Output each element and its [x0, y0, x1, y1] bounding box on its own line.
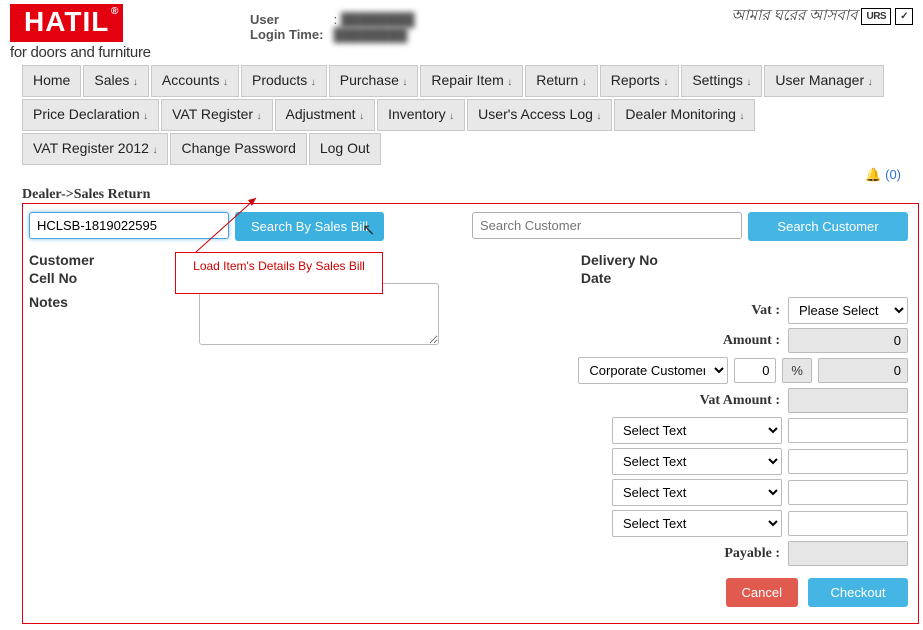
extra-select-3[interactable]: Select Text — [612, 479, 782, 506]
chevron-down-icon: ↓ — [359, 111, 364, 122]
nav-vat-register[interactable]: VAT Register ↓ — [161, 99, 272, 131]
corporate-select[interactable]: Corporate Customer — [578, 357, 728, 384]
chevron-down-icon: ↓ — [311, 77, 316, 88]
nav-accounts[interactable]: Accounts ↓ — [151, 65, 239, 97]
main-panel: Search By Sales Bill Search Customer Cus… — [22, 203, 919, 624]
nav-repair[interactable]: Repair Item ↓ — [420, 65, 523, 97]
payable-field — [788, 541, 908, 566]
slogan-script: আমার ঘরের আসবাব — [731, 4, 857, 29]
form-body: Customer Cell No Notes Delivery No Date … — [29, 251, 908, 607]
chevron-down-icon: ↓ — [746, 77, 751, 88]
amount-label: Amount : — [451, 333, 782, 349]
cancel-button[interactable]: Cancel — [726, 578, 798, 607]
nav-user-manager[interactable]: User Manager ↓ — [764, 65, 883, 97]
sales-bill-input[interactable] — [29, 212, 229, 239]
search-customer-input[interactable] — [472, 212, 742, 239]
brand-reg: ® — [111, 6, 119, 17]
nav-home[interactable]: Home — [22, 65, 81, 97]
chevron-down-icon: ↓ — [739, 111, 744, 122]
notes-label: Notes — [29, 293, 109, 311]
nav-logout[interactable]: Log Out — [309, 133, 381, 165]
cert-badge: ✓ — [895, 8, 913, 25]
chevron-down-icon: ↓ — [152, 145, 157, 156]
corp-amount-field — [818, 358, 908, 383]
nav-change-password[interactable]: Change Password — [170, 133, 306, 165]
brand-name: HATIL — [24, 6, 109, 37]
nav-products[interactable]: Products ↓ — [241, 65, 327, 97]
amount-field — [788, 328, 908, 353]
chevron-down-icon: ↓ — [449, 111, 454, 122]
payable-label: Payable : — [451, 546, 782, 562]
chevron-down-icon: ↓ — [582, 77, 587, 88]
vat-amount-field — [788, 388, 908, 413]
search-row: Search By Sales Bill Search Customer — [29, 212, 908, 241]
header: HATIL ® for doors and furniture User : █… — [0, 0, 923, 61]
chevron-down-icon: ↓ — [402, 77, 407, 88]
percent-symbol: % — [782, 358, 812, 383]
chevron-down-icon: ↓ — [143, 111, 148, 122]
cellno-label: Cell No — [29, 269, 109, 287]
extra-amount-2[interactable] — [788, 449, 908, 474]
chevron-down-icon: ↓ — [868, 77, 873, 88]
header-right: আমার ঘরের আসবাব URS ✓ — [731, 4, 913, 29]
nav-dealer-mon[interactable]: Dealer Monitoring ↓ — [614, 99, 755, 131]
date-label: Date — [581, 269, 658, 287]
chevron-down-icon: ↓ — [133, 77, 138, 88]
brand-logo: HATIL ® — [10, 4, 123, 42]
breadcrumb: Dealer->Sales Return — [22, 187, 921, 203]
user-label: User — [250, 12, 330, 27]
chevron-down-icon: ↓ — [223, 77, 228, 88]
extra-amount-1[interactable] — [788, 418, 908, 443]
nav-inventory[interactable]: Inventory ↓ — [377, 99, 465, 131]
login-value: ████████ — [334, 27, 408, 42]
chevron-down-icon: ↓ — [663, 77, 668, 88]
nav-purchase[interactable]: Purchase ↓ — [329, 65, 419, 97]
left-column: Customer Cell No Notes — [29, 251, 451, 607]
main-menu: Home Sales ↓ Accounts ↓ Products ↓ Purch… — [22, 65, 901, 167]
checkout-button[interactable]: Checkout — [808, 578, 908, 607]
chevron-down-icon: ↓ — [596, 111, 601, 122]
user-info: User : ████████ Login Time: ████████ — [250, 12, 415, 42]
urs-badge: URS — [861, 8, 891, 25]
login-label: Login Time: — [250, 27, 330, 42]
notification-area: 🔔 (0) — [0, 167, 923, 185]
nav-settings[interactable]: Settings ↓ — [681, 65, 762, 97]
vat-select[interactable]: Please Select — [788, 297, 908, 324]
nav-adjustment[interactable]: Adjustment ↓ — [275, 99, 376, 131]
brand-tagline: for doors and furniture — [10, 44, 170, 61]
search-customer-button[interactable]: Search Customer — [748, 212, 908, 241]
vat-amount-label: Vat Amount : — [451, 393, 782, 409]
nav-vat-2012[interactable]: VAT Register 2012 ↓ — [22, 133, 168, 165]
nav-price-decl[interactable]: Price Declaration ↓ — [22, 99, 159, 131]
vat-label: Vat : — [451, 303, 782, 319]
delivery-label: Delivery No — [581, 251, 658, 269]
brand-area: HATIL ® for doors and furniture — [10, 4, 170, 61]
nav-sales[interactable]: Sales ↓ — [83, 65, 149, 97]
extra-select-2[interactable]: Select Text — [612, 448, 782, 475]
right-column: Delivery No Date Vat : Please Select Amo… — [451, 251, 908, 607]
nav-reports[interactable]: Reports ↓ — [600, 65, 680, 97]
bell-icon[interactable]: 🔔 (0) — [865, 167, 901, 183]
nav-return[interactable]: Return ↓ — [525, 65, 598, 97]
user-value: ████████ — [341, 12, 415, 27]
extra-amount-3[interactable] — [788, 480, 908, 505]
customer-label: Customer — [29, 251, 109, 269]
notif-count: (0) — [885, 167, 901, 182]
corp-pct-input[interactable] — [734, 358, 776, 383]
chevron-down-icon: ↓ — [507, 77, 512, 88]
nav-access-log[interactable]: User's Access Log ↓ — [467, 99, 612, 131]
extra-select-1[interactable]: Select Text — [612, 417, 782, 444]
extra-amount-4[interactable] — [788, 511, 908, 536]
cursor-icon: ↖ — [362, 220, 375, 240]
chevron-down-icon: ↓ — [257, 111, 262, 122]
tooltip-callout: Load Item's Details By Sales Bill — [175, 252, 383, 294]
extra-select-4[interactable]: Select Text — [612, 510, 782, 537]
